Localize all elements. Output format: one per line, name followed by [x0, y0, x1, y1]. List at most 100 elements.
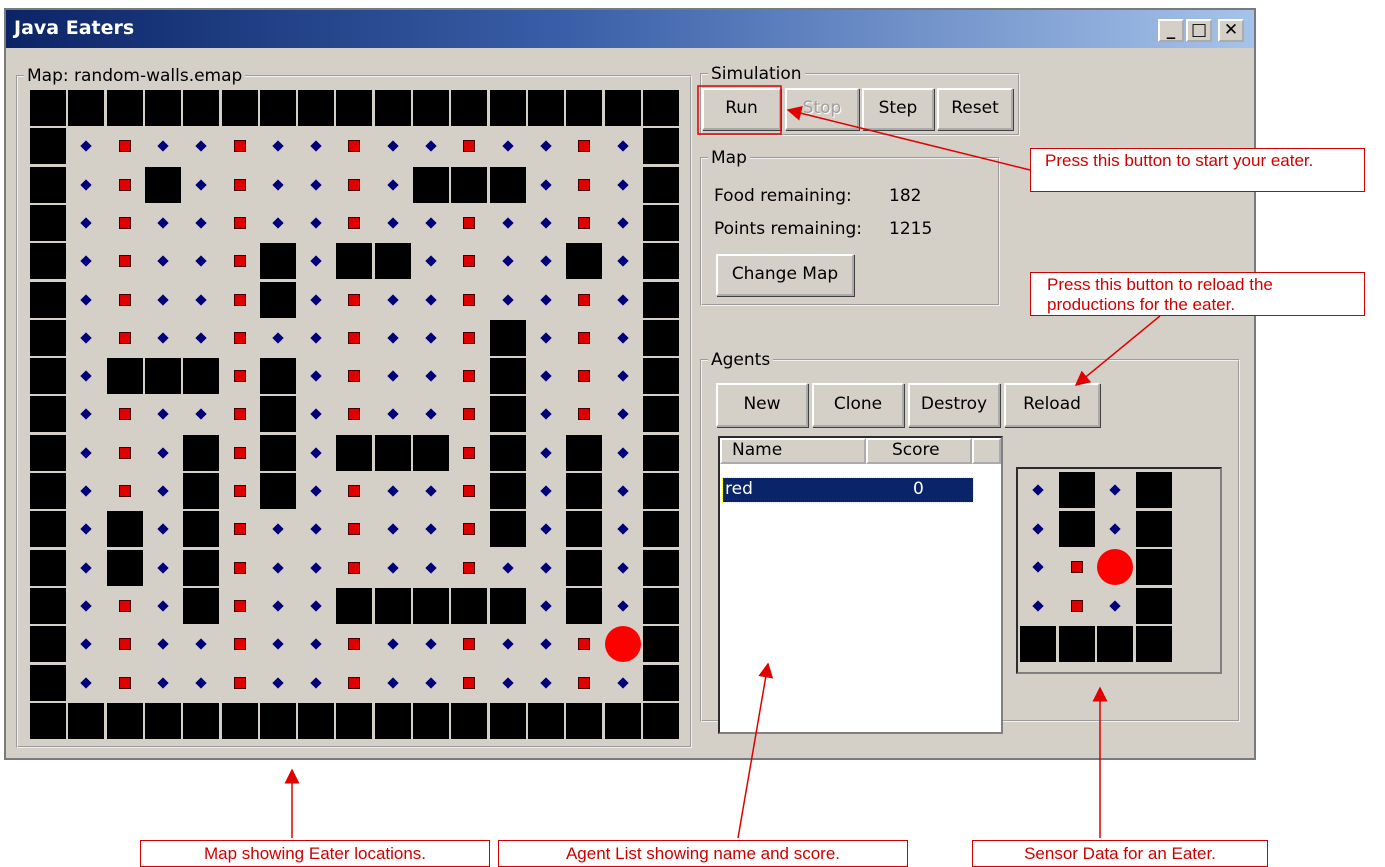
wall-cell	[30, 90, 66, 126]
change-map-button[interactable]: Change Map	[716, 254, 854, 296]
wall-cell	[1135, 549, 1172, 585]
bonus-food-icon	[233, 216, 246, 229]
wall-cell	[642, 664, 679, 701]
step-button[interactable]: Step	[862, 88, 934, 130]
bonus-food-icon	[463, 676, 476, 689]
wall-cell	[642, 473, 679, 509]
wall-cell	[642, 626, 679, 663]
bonus-food-icon	[118, 178, 131, 191]
new-agent-button[interactable]: New	[716, 383, 808, 427]
wall-cell	[566, 434, 603, 471]
bonus-food-icon	[118, 216, 131, 229]
wall-cell	[413, 587, 449, 624]
column-header-score[interactable]: Score	[866, 438, 972, 464]
wall-cell	[183, 702, 220, 739]
wall-cell	[1135, 510, 1172, 547]
run-button[interactable]: Run	[702, 88, 781, 130]
bonus-food-icon	[118, 255, 131, 268]
wall-cell	[1135, 472, 1172, 508]
agent-list-annotation: Agent List showing name and score.	[498, 840, 908, 867]
simulation-legend: Simulation	[711, 64, 802, 84]
wall-cell	[259, 473, 296, 509]
wall-cell	[30, 204, 66, 241]
wall-cell	[374, 587, 411, 624]
wall-cell	[183, 473, 220, 509]
wall-cell	[30, 243, 66, 280]
stop-button: Stop	[785, 88, 859, 130]
wall-cell	[527, 90, 564, 126]
wall-cell	[336, 702, 373, 739]
bonus-food-icon	[348, 331, 361, 344]
wall-cell	[489, 473, 526, 509]
wall-cell	[30, 702, 66, 739]
maximize-button[interactable]: □	[1186, 19, 1212, 42]
reset-button[interactable]: Reset	[937, 88, 1013, 130]
bonus-food-icon	[233, 178, 246, 191]
agent-list[interactable]: Name Score red 0	[718, 436, 1003, 734]
bonus-food-icon	[118, 293, 131, 306]
bonus-food-icon	[233, 293, 246, 306]
wall-cell	[566, 511, 603, 548]
wall-cell	[30, 281, 66, 318]
bonus-food-icon	[348, 216, 361, 229]
wall-cell	[1058, 626, 1095, 662]
wall-cell	[1135, 587, 1172, 624]
destroy-agent-button[interactable]: Destroy	[908, 383, 1000, 427]
bonus-food-icon	[348, 676, 361, 689]
wall-cell	[30, 549, 66, 586]
bonus-food-icon	[118, 485, 131, 497]
food-remaining-label: Food remaining:	[714, 186, 852, 206]
wall-cell	[374, 243, 411, 280]
wall-cell	[566, 702, 603, 739]
bonus-food-icon	[463, 638, 476, 651]
wall-cell	[30, 128, 66, 165]
bonus-food-icon	[233, 140, 246, 153]
close-button[interactable]: ✕	[1218, 19, 1244, 42]
wall-cell	[489, 434, 526, 471]
bonus-food-icon	[1070, 561, 1083, 573]
wall-cell	[106, 90, 143, 126]
wall-cell	[451, 166, 488, 203]
bonus-food-icon	[348, 523, 361, 536]
bonus-food-icon	[578, 331, 591, 344]
wall-cell	[489, 702, 526, 739]
bonus-food-icon	[233, 599, 246, 612]
agent-row[interactable]: red 0	[722, 477, 974, 503]
wall-cell	[183, 511, 220, 548]
bonus-food-icon	[233, 370, 246, 383]
wall-cell	[566, 473, 603, 509]
wall-cell	[144, 358, 181, 395]
reload-agent-button[interactable]: Reload	[1004, 383, 1100, 427]
wall-cell	[259, 90, 296, 126]
column-header-name[interactable]: Name	[720, 438, 866, 464]
wall-cell	[642, 434, 679, 471]
bonus-food-icon	[118, 638, 131, 651]
wall-cell	[1097, 626, 1133, 662]
wall-cell	[30, 626, 66, 663]
wall-cell	[221, 702, 258, 739]
wall-cell	[106, 702, 143, 739]
bonus-food-icon	[463, 408, 476, 421]
window-title: Java Eaters	[14, 17, 135, 39]
wall-cell	[642, 587, 679, 624]
wall-cell	[642, 90, 679, 126]
sensor-annotation: Sensor Data for an Eater.	[972, 840, 1268, 867]
bonus-food-icon	[118, 599, 131, 612]
wall-cell	[259, 702, 296, 739]
wall-cell	[68, 90, 105, 126]
run-annotation: Press this button to start your eater.	[1030, 148, 1365, 192]
minimize-button[interactable]: _	[1158, 19, 1184, 42]
bonus-food-icon	[118, 140, 131, 153]
wall-cell	[221, 90, 258, 126]
wall-cell	[259, 434, 296, 471]
wall-cell	[30, 511, 66, 548]
wall-cell	[106, 511, 143, 548]
clone-agent-button[interactable]: Clone	[812, 383, 904, 427]
wall-cell	[489, 166, 526, 203]
wall-cell	[642, 702, 679, 739]
wall-cell	[259, 358, 296, 395]
bonus-food-icon	[578, 408, 591, 421]
bonus-food-icon	[348, 178, 361, 191]
title-bar[interactable]: Java Eaters _ □ ✕	[6, 10, 1254, 48]
bonus-food-icon	[463, 370, 476, 383]
